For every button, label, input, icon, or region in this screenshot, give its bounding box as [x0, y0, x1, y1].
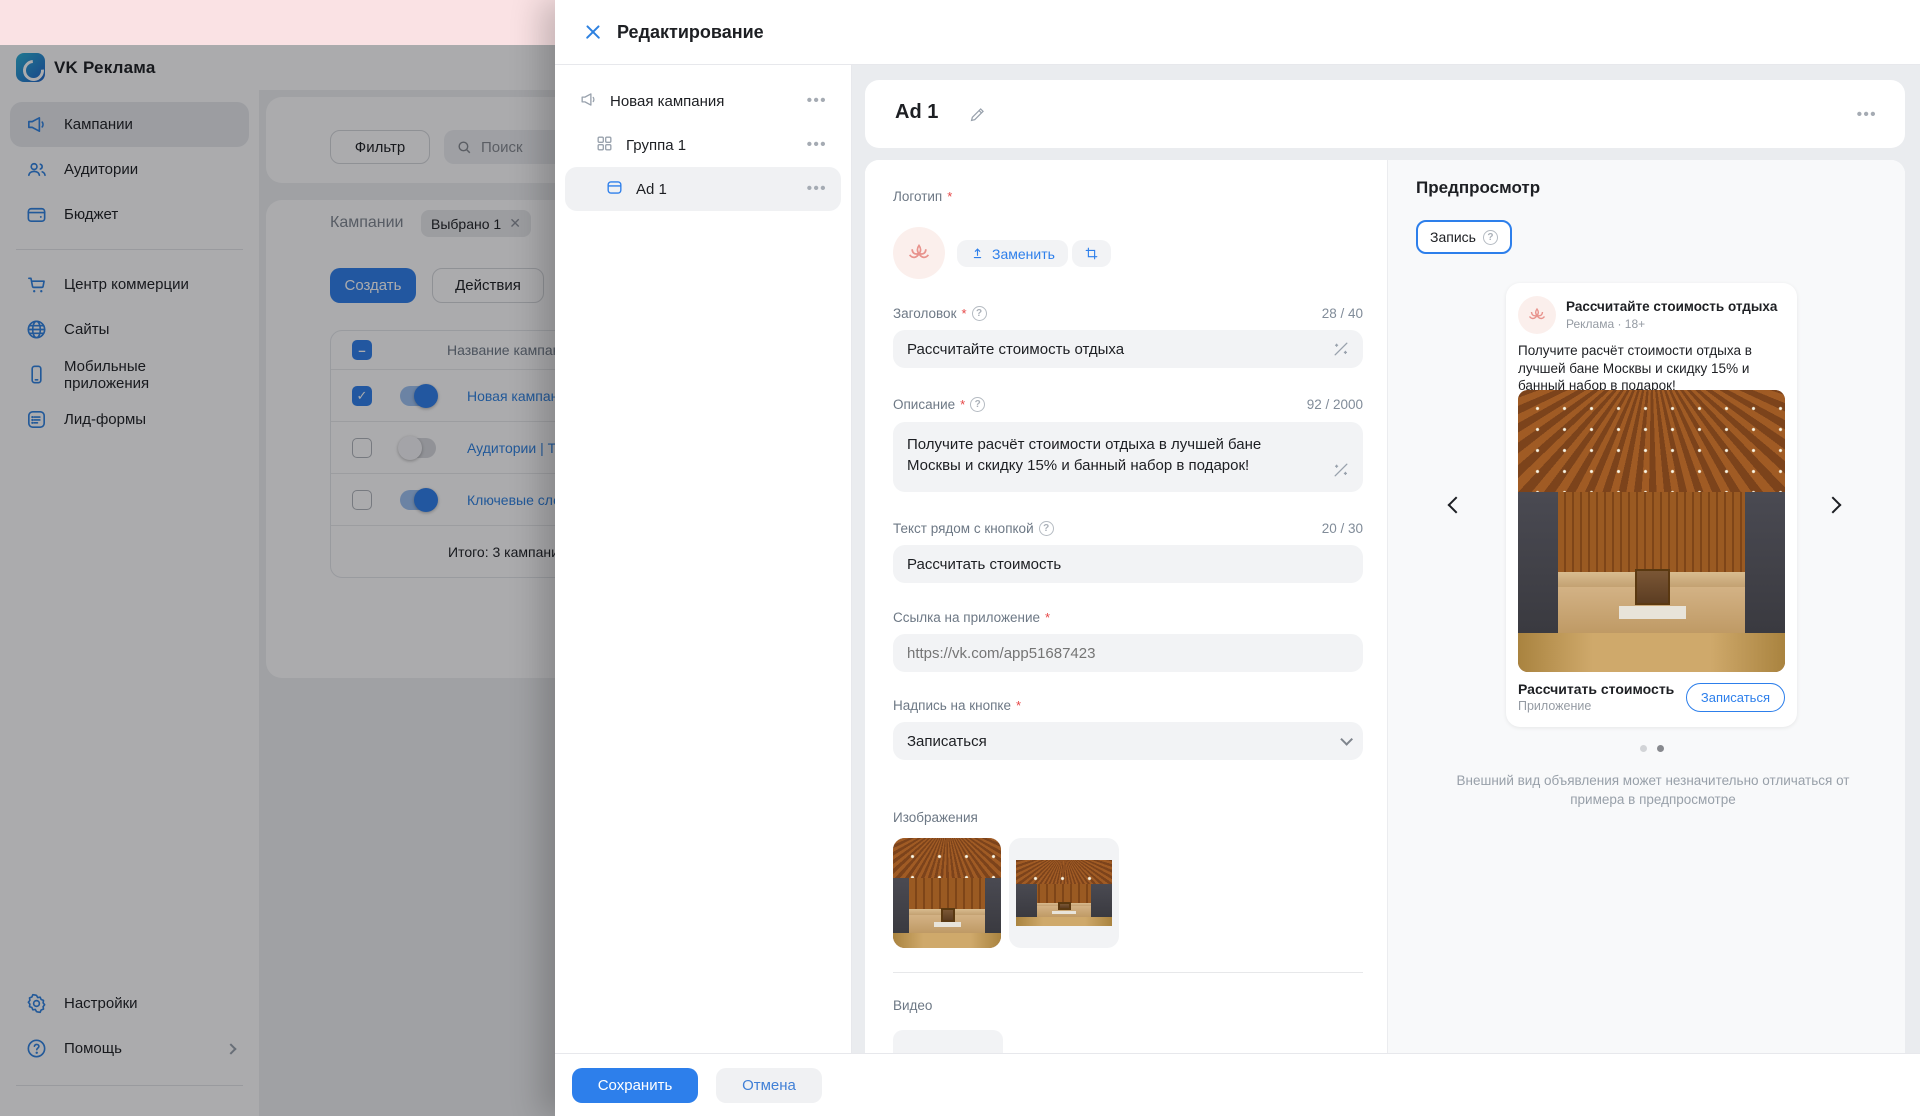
button-text-counter: 20 / 30 — [1322, 521, 1363, 536]
preview-logo — [1518, 296, 1556, 334]
close-icon[interactable] — [582, 21, 604, 43]
modal-title: Редактирование — [617, 22, 764, 43]
more-menu-icon[interactable]: ••• — [1857, 110, 1877, 120]
image-thumbnail-2[interactable] — [1009, 838, 1119, 948]
image-thumbnail-1[interactable] — [893, 838, 1001, 948]
tree-item-label: Группа 1 — [626, 137, 686, 154]
button-text-label: Текст рядом с кнопкой ? — [893, 521, 1054, 536]
edit-modal: Редактирование Новая кампания ••• Группа… — [555, 0, 1920, 1116]
logo-row: Заменить — [893, 227, 1363, 279]
preview-title: Рассчитайте стоимость отдыха — [1566, 299, 1777, 315]
more-menu-icon[interactable]: ••• — [807, 184, 827, 194]
tree-item-label: Ad 1 — [636, 181, 667, 198]
cancel-button[interactable]: Отмена — [716, 1068, 822, 1103]
app-link-input[interactable] — [893, 634, 1363, 672]
help-circle-icon[interactable]: ? — [970, 397, 985, 412]
tree-item-label: Новая кампания — [610, 93, 724, 110]
preview-footer: Рассчитать стоимость Приложение Записать… — [1518, 679, 1785, 715]
button-label-select[interactable]: Записаться — [893, 722, 1363, 760]
lotus-icon — [1525, 303, 1549, 327]
preview-cta-title: Рассчитать стоимость — [1518, 681, 1674, 697]
app-link-label: Ссылка на приложение* — [893, 610, 1050, 625]
preview-disclaimer: Внешний вид объявления может незначитель… — [1438, 771, 1868, 809]
replace-logo-button[interactable]: Заменить — [957, 240, 1068, 267]
carousel-dot[interactable] — [1640, 745, 1647, 752]
save-button[interactable]: Сохранить — [572, 1068, 698, 1103]
upload-icon — [970, 246, 985, 261]
section-divider — [893, 972, 1363, 973]
modal-main: Ad 1 ••• Логотип* Заменить — [852, 65, 1920, 1053]
carousel-dot-active[interactable] — [1657, 745, 1664, 752]
scroll-gutter[interactable] — [1905, 65, 1920, 1053]
chevron-down-icon — [1340, 733, 1353, 746]
title-counter: 28 / 40 — [1322, 306, 1363, 321]
required-star: * — [947, 189, 952, 204]
preview-column: Предпросмотр Запись ? Рассчитайте стоимо… — [1387, 160, 1905, 1053]
preview-cta-button[interactable]: Записаться — [1686, 683, 1785, 712]
description-label: Описание* ? — [893, 397, 985, 412]
tree-item-group[interactable]: Группа 1 ••• — [565, 123, 841, 167]
description-textarea[interactable]: Получите расчёт стоимости отдыха в лучше… — [893, 422, 1363, 492]
logo-label: Логотип* — [893, 189, 952, 204]
ad-preview-card: Рассчитайте стоимость отдыха Реклама · 1… — [1506, 283, 1797, 727]
lotus-icon — [904, 238, 934, 268]
magic-wand-icon[interactable] — [1331, 339, 1351, 359]
edit-pencil-icon[interactable] — [968, 105, 987, 129]
description-counter: 92 / 2000 — [1307, 397, 1363, 412]
carousel-prev-icon[interactable] — [1448, 497, 1465, 514]
preview-image — [1518, 390, 1785, 672]
title-field-wrap — [893, 330, 1363, 368]
more-menu-icon[interactable]: ••• — [807, 140, 827, 150]
format-chip-zapis[interactable]: Запись ? — [1416, 220, 1512, 254]
more-menu-icon[interactable]: ••• — [807, 96, 827, 106]
preview-description: Получите расчёт стоимости отдыха в лучше… — [1518, 342, 1785, 395]
help-circle-icon[interactable]: ? — [972, 306, 987, 321]
carousel-dots — [1506, 745, 1797, 752]
megaphone-icon — [579, 90, 598, 113]
crop-logo-button[interactable] — [1072, 240, 1111, 267]
preview-heading: Предпросмотр — [1416, 178, 1540, 198]
images-label: Изображения — [893, 810, 978, 825]
carousel-next-icon[interactable] — [1825, 497, 1842, 514]
form-column: Логотип* Заменить — [865, 160, 1387, 1053]
tree-item-campaign[interactable]: Новая кампания ••• — [565, 79, 841, 123]
button-label-label: Надпись на кнопке* — [893, 698, 1021, 713]
ad-form-card: Логотип* Заменить — [865, 160, 1905, 1053]
title-label: Заголовок* ? — [893, 306, 987, 321]
modal-header: Редактирование — [555, 0, 1920, 65]
ad-title: Ad 1 — [895, 101, 938, 124]
help-circle-icon[interactable]: ? — [1483, 230, 1498, 245]
video-upload-stub[interactable] — [893, 1030, 1003, 1053]
title-input[interactable] — [893, 330, 1363, 368]
magic-wand-icon[interactable] — [1331, 460, 1351, 480]
grid-icon — [595, 134, 614, 157]
ad-logo-image — [893, 227, 945, 279]
preview-meta: Реклама · 18+ — [1566, 317, 1777, 331]
modal-tree-panel: Новая кампания ••• Группа 1 ••• Ad 1 ••• — [555, 65, 852, 1053]
video-label: Видео — [893, 998, 932, 1013]
modal-footer: Сохранить Отмена — [555, 1053, 1920, 1116]
ad-banner-icon — [605, 178, 624, 201]
tree-item-ad[interactable]: Ad 1 ••• — [565, 167, 841, 211]
preview-cta-subtitle: Приложение — [1518, 699, 1674, 713]
crop-icon — [1084, 246, 1099, 261]
help-circle-icon[interactable]: ? — [1039, 521, 1054, 536]
ad-title-card: Ad 1 ••• — [865, 80, 1905, 148]
button-text-input[interactable] — [893, 545, 1363, 583]
